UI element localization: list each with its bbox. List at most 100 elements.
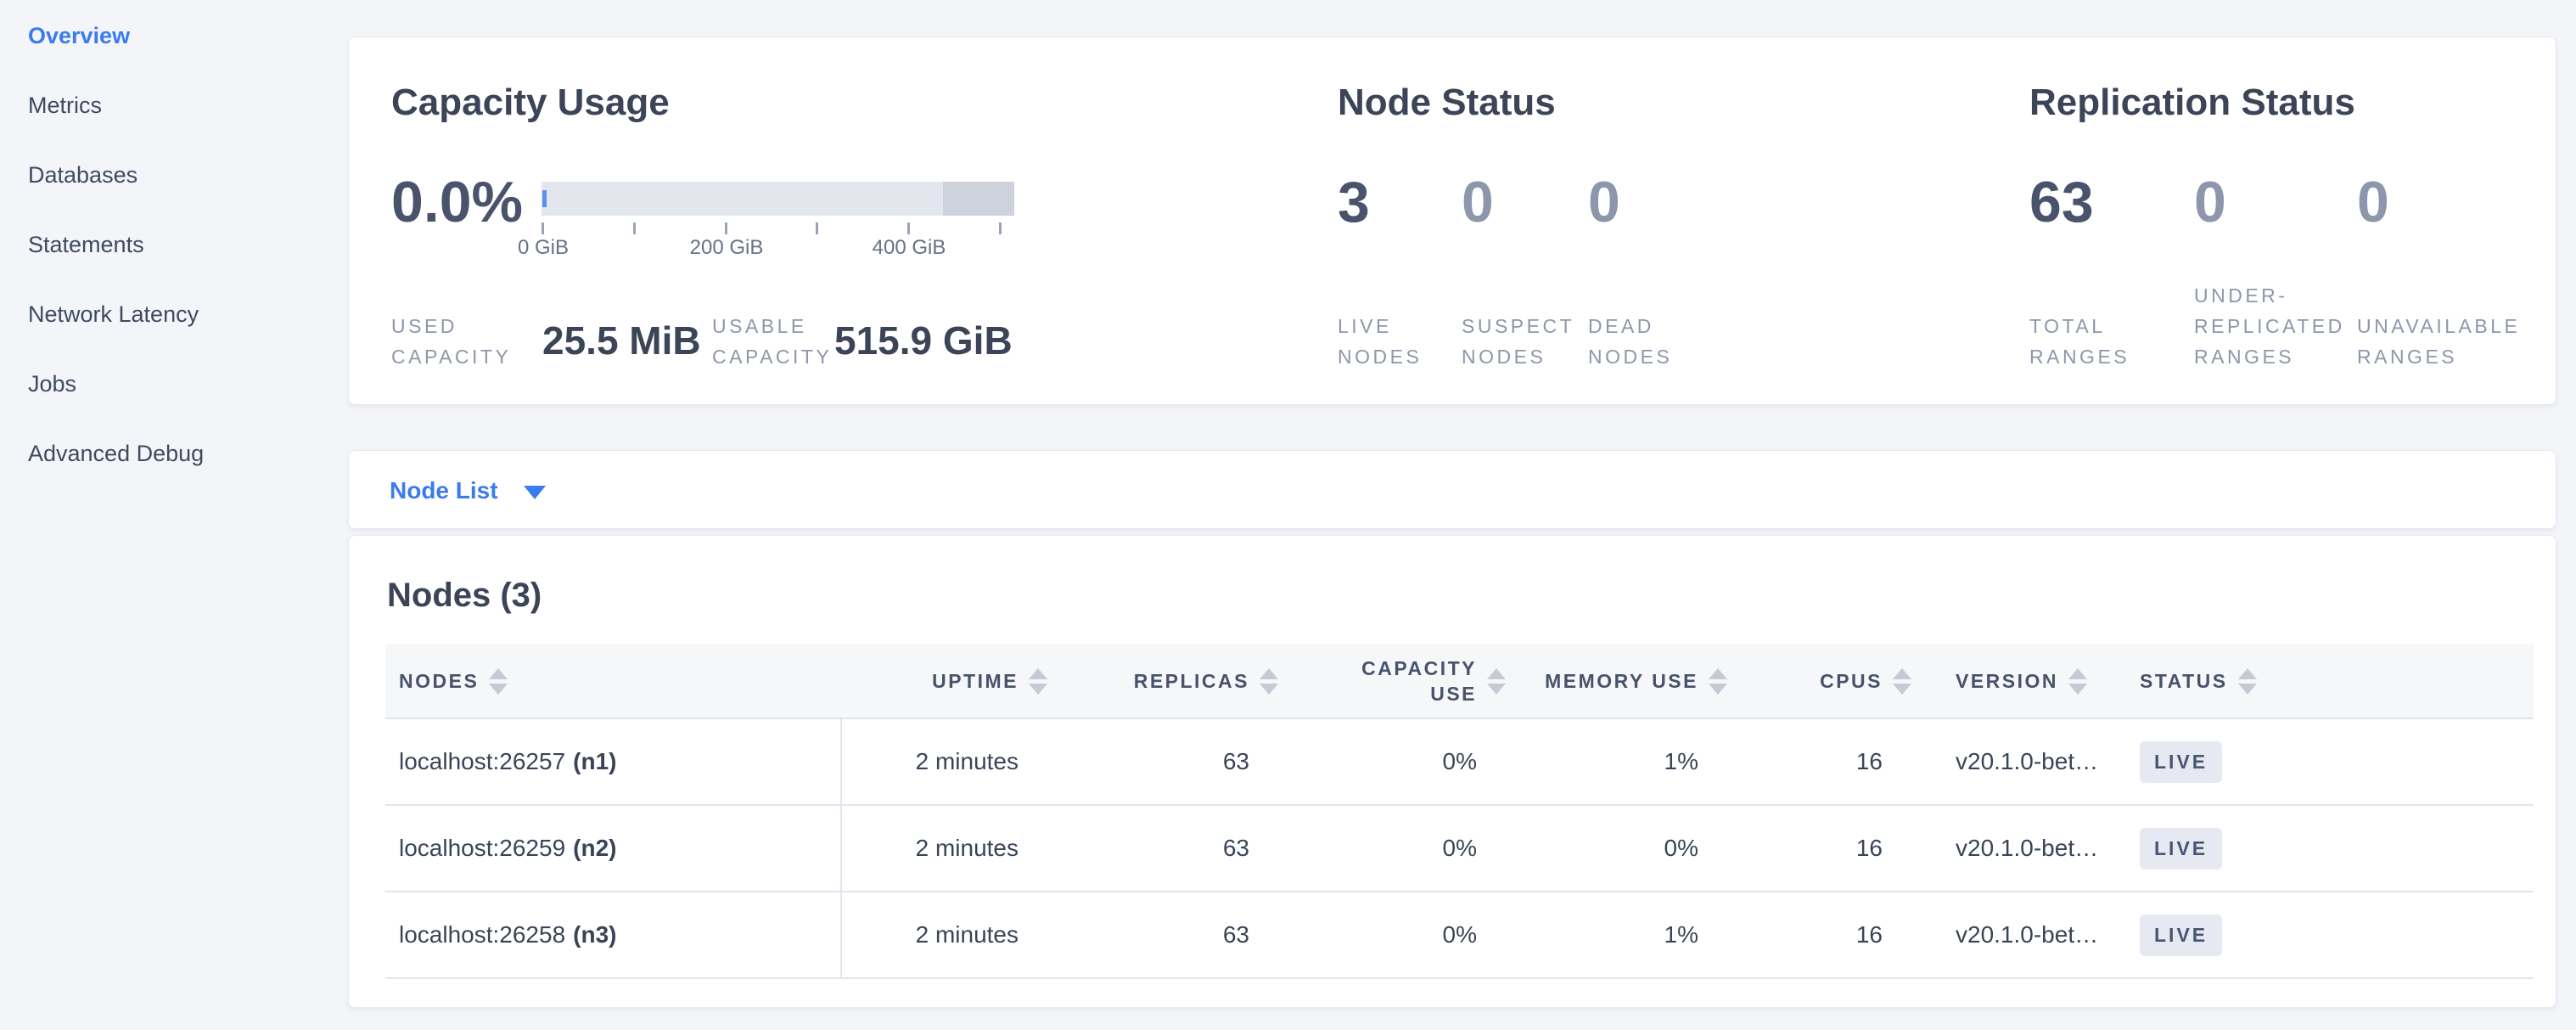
capacity-reserved-segment	[943, 182, 1014, 216]
under-replicated-ranges-count: 0	[2194, 173, 2226, 231]
dead-nodes-count: 0	[1588, 173, 1620, 231]
capacity-use-cell: 0%	[1289, 719, 1517, 804]
column-header-cpus[interactable]: CPUS	[1738, 644, 1922, 718]
column-label: REPLICAS	[1134, 670, 1249, 693]
column-label: CAPACITY USE	[1341, 656, 1477, 706]
capacity-bar	[542, 182, 1014, 216]
sort-icon[interactable]	[1260, 668, 1278, 695]
capacity-used-marker	[542, 190, 547, 207]
status-badge: LIVE	[2140, 915, 2222, 956]
replicas-cell: 63	[1058, 719, 1289, 804]
axis-label: 200 GiB	[690, 236, 764, 260]
sort-icon[interactable]	[489, 668, 508, 695]
cpus-cell: 16	[1738, 719, 1922, 804]
version-cell: v20.1.0-bet…	[1922, 806, 2125, 891]
sidebar: Overview Metrics Databases Statements Ne…	[28, 24, 334, 511]
node-cell: localhost:26259 (n2)	[385, 806, 842, 891]
nodes-table-card: Nodes (3) NODES UPTIME REPLICAS CAPACITY…	[348, 535, 2556, 1008]
node-id: (n2)	[573, 835, 616, 862]
suspect-nodes-count: 0	[1462, 173, 1494, 231]
under-replicated-ranges-label: UNDER-REPLICATED RANGES	[2194, 280, 2355, 372]
memory-use-cell: 1%	[1517, 719, 1738, 804]
node-id: (n1)	[573, 748, 616, 775]
memory-use-cell: 1%	[1517, 892, 1738, 977]
table-row[interactable]: localhost:26258 (n3) 2 minutes 63 0% 1% …	[385, 892, 2534, 979]
column-header-uptime[interactable]: UPTIME	[842, 644, 1058, 718]
nodes-table-title: Nodes (3)	[387, 577, 542, 615]
column-header-version[interactable]: VERSION	[1922, 644, 2125, 718]
capacity-used-percent: 0.0%	[391, 173, 523, 231]
axis-tick	[907, 222, 910, 234]
node-id: (n3)	[573, 921, 616, 948]
dead-nodes-label: DEAD NODES	[1588, 311, 1715, 372]
uptime-cell: 2 minutes	[842, 892, 1058, 977]
node-list-selector-card: Node List	[348, 450, 2556, 529]
status-cell: LIVE	[2125, 806, 2534, 891]
usable-capacity-value: 515.9 GiB	[834, 318, 1013, 363]
axis-tick	[542, 222, 544, 234]
sort-icon[interactable]	[1487, 668, 1506, 695]
node-cell: localhost:26258 (n3)	[385, 892, 842, 977]
status-badge: LIVE	[2140, 741, 2222, 783]
node-address-link[interactable]: localhost:26258	[399, 921, 565, 948]
sort-icon[interactable]	[1893, 668, 1911, 695]
column-header-memory-use[interactable]: MEMORY USE	[1517, 644, 1738, 718]
axis-label: 0 GiB	[518, 236, 569, 260]
node-list-dropdown[interactable]: Node List	[390, 451, 546, 530]
sidebar-item-statements[interactable]: Statements	[28, 233, 334, 256]
total-ranges-label: TOTAL RANGES	[2029, 311, 2148, 372]
axis-label: 400 GiB	[873, 236, 946, 260]
column-label: UPTIME	[932, 670, 1019, 693]
sidebar-item-advanced-debug[interactable]: Advanced Debug	[28, 442, 334, 465]
sort-icon[interactable]	[1709, 668, 1727, 695]
column-header-replicas[interactable]: REPLICAS	[1058, 644, 1289, 718]
sidebar-item-network-latency[interactable]: Network Latency	[28, 302, 334, 326]
table-header-row: NODES UPTIME REPLICAS CAPACITY USE MEMOR…	[385, 644, 2534, 719]
axis-tick	[816, 222, 818, 234]
node-address-link[interactable]: localhost:26257	[399, 748, 565, 775]
status-badge: LIVE	[2140, 828, 2222, 870]
unavailable-ranges-label: UNAVAILABLE RANGES	[2357, 311, 2540, 372]
table-row[interactable]: localhost:26259 (n2) 2 minutes 63 0% 0% …	[385, 806, 2534, 892]
capacity-usage-title: Capacity Usage	[391, 82, 670, 124]
sort-icon[interactable]	[1029, 668, 1047, 695]
node-status-title: Node Status	[1338, 82, 1556, 124]
column-label: STATUS	[2140, 670, 2228, 693]
uptime-cell: 2 minutes	[842, 719, 1058, 804]
replication-status-title: Replication Status	[2029, 82, 2355, 124]
table-row[interactable]: localhost:26257 (n1) 2 minutes 63 0% 1% …	[385, 719, 2534, 806]
column-header-nodes[interactable]: NODES	[385, 644, 842, 718]
column-header-status[interactable]: STATUS	[2125, 644, 2534, 718]
replicas-cell: 63	[1058, 892, 1289, 977]
axis-tick	[633, 222, 636, 234]
node-address-link[interactable]: localhost:26259	[399, 835, 565, 862]
uptime-cell: 2 minutes	[842, 806, 1058, 891]
memory-use-cell: 0%	[1517, 806, 1738, 891]
sidebar-item-jobs[interactable]: Jobs	[28, 372, 334, 396]
version-cell: v20.1.0-bet…	[1922, 892, 2125, 977]
replicas-cell: 63	[1058, 806, 1289, 891]
sidebar-item-metrics[interactable]: Metrics	[28, 93, 334, 117]
status-cell: LIVE	[2125, 892, 2534, 977]
live-nodes-label: LIVE NODES	[1338, 311, 1448, 372]
cluster-summary-card: Capacity Usage 0.0% 0 GiB 200 GiB 400 Gi…	[348, 37, 2556, 405]
node-list-dropdown-label: Node List	[390, 477, 498, 504]
unavailable-ranges-count: 0	[2357, 173, 2389, 231]
column-label: VERSION	[1956, 670, 2058, 693]
nodes-table: NODES UPTIME REPLICAS CAPACITY USE MEMOR…	[385, 644, 2534, 979]
sort-icon[interactable]	[2238, 668, 2257, 695]
sidebar-item-overview[interactable]: Overview	[28, 24, 334, 48]
chevron-down-icon	[524, 486, 546, 499]
capacity-use-cell: 0%	[1289, 892, 1517, 977]
axis-tick	[999, 222, 1002, 234]
sort-icon[interactable]	[2068, 668, 2087, 695]
total-ranges-count: 63	[2029, 173, 2094, 231]
node-cell: localhost:26257 (n1)	[385, 719, 842, 804]
suspect-nodes-label: SUSPECT NODES	[1462, 311, 1589, 372]
sidebar-item-databases[interactable]: Databases	[28, 163, 334, 187]
live-nodes-count: 3	[1338, 173, 1370, 231]
cpus-cell: 16	[1738, 806, 1922, 891]
cpus-cell: 16	[1738, 892, 1922, 977]
version-cell: v20.1.0-bet…	[1922, 719, 2125, 804]
column-header-capacity-use[interactable]: CAPACITY USE	[1289, 644, 1517, 718]
